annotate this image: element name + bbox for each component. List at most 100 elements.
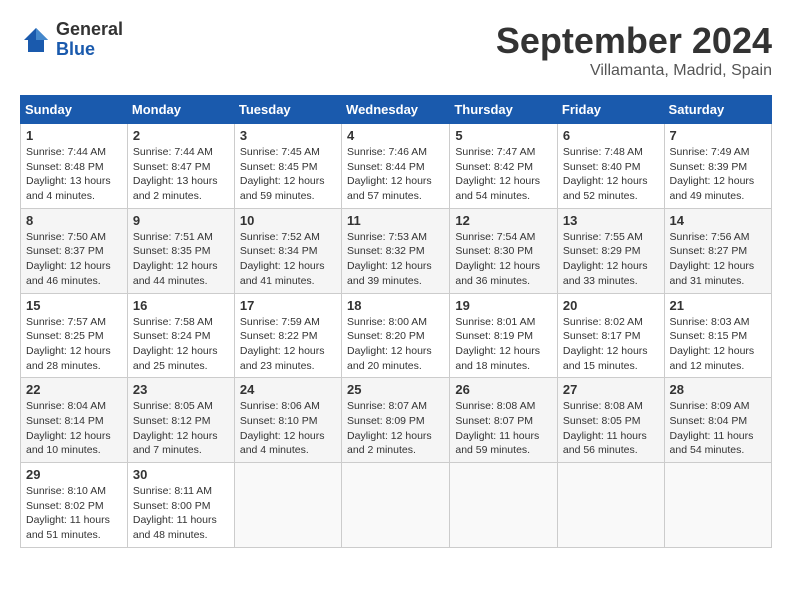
day-number: 6 [563, 128, 659, 143]
day-number: 26 [455, 382, 552, 397]
sunset-time: 8:32 PM [386, 245, 425, 257]
daylight-label: Daylight: 12 hours and 12 minutes. [670, 345, 755, 372]
sunrise-time: 8:11 AM [174, 485, 212, 497]
logo-text: General Blue [56, 20, 123, 60]
sunset-time: 8:09 PM [386, 415, 425, 427]
table-row: 25 Sunrise: 8:07 AM Sunset: 8:09 PM Dayl… [342, 378, 450, 463]
sunset-label: Sunset: [240, 161, 279, 173]
sunset-time: 8:25 PM [65, 330, 104, 342]
day-number: 7 [670, 128, 766, 143]
sunrise-time: 7:55 AM [604, 231, 643, 243]
sunrise-time: 7:53 AM [388, 231, 427, 243]
table-row: 4 Sunrise: 7:46 AM Sunset: 8:44 PM Dayli… [342, 124, 450, 209]
day-number: 9 [133, 213, 229, 228]
day-number: 2 [133, 128, 229, 143]
day-info: Sunrise: 7:50 AM Sunset: 8:37 PM Dayligh… [26, 230, 122, 289]
sunrise-label: Sunrise: [455, 400, 496, 412]
day-number: 8 [26, 213, 122, 228]
calendar-row: 22 Sunrise: 8:04 AM Sunset: 8:14 PM Dayl… [21, 378, 772, 463]
sunrise-label: Sunrise: [563, 146, 604, 158]
sunrise-time: 8:06 AM [281, 400, 320, 412]
sunset-label: Sunset: [347, 330, 386, 342]
sunset-time: 8:45 PM [278, 161, 317, 173]
sunrise-time: 7:52 AM [281, 231, 320, 243]
sunrise-time: 7:48 AM [604, 146, 643, 158]
sunset-label: Sunset: [563, 161, 602, 173]
sunrise-label: Sunrise: [455, 231, 496, 243]
sunrise-time: 7:46 AM [388, 146, 427, 158]
day-info: Sunrise: 8:05 AM Sunset: 8:12 PM Dayligh… [133, 399, 229, 458]
sunset-label: Sunset: [26, 330, 65, 342]
daylight-label: Daylight: 12 hours and 10 minutes. [26, 430, 111, 457]
logo-general-text: General [56, 20, 123, 40]
sunset-time: 8:44 PM [386, 161, 425, 173]
sunrise-label: Sunrise: [563, 231, 604, 243]
sunset-time: 8:22 PM [278, 330, 317, 342]
sunset-label: Sunset: [455, 330, 494, 342]
day-number: 22 [26, 382, 122, 397]
day-number: 12 [455, 213, 552, 228]
day-number: 4 [347, 128, 444, 143]
day-info: Sunrise: 7:44 AM Sunset: 8:48 PM Dayligh… [26, 145, 122, 204]
sunset-label: Sunset: [455, 245, 494, 257]
sunrise-time: 8:02 AM [604, 316, 643, 328]
day-number: 3 [240, 128, 336, 143]
table-row [450, 463, 558, 548]
day-info: Sunrise: 7:54 AM Sunset: 8:30 PM Dayligh… [455, 230, 552, 289]
day-number: 24 [240, 382, 336, 397]
day-info: Sunrise: 8:07 AM Sunset: 8:09 PM Dayligh… [347, 399, 444, 458]
logo-blue-text: Blue [56, 40, 123, 60]
daylight-label: Daylight: 11 hours and 51 minutes. [26, 514, 110, 541]
sunset-time: 8:05 PM [601, 415, 640, 427]
daylight-label: Daylight: 12 hours and 20 minutes. [347, 345, 432, 372]
table-row: 1 Sunrise: 7:44 AM Sunset: 8:48 PM Dayli… [21, 124, 128, 209]
sunset-label: Sunset: [670, 245, 709, 257]
sunset-time: 8:48 PM [65, 161, 104, 173]
daylight-label: Daylight: 11 hours and 59 minutes. [455, 430, 539, 457]
day-info: Sunrise: 7:52 AM Sunset: 8:34 PM Dayligh… [240, 230, 336, 289]
day-number: 29 [26, 467, 122, 482]
daylight-label: Daylight: 12 hours and 15 minutes. [563, 345, 648, 372]
sunset-label: Sunset: [26, 415, 65, 427]
sunset-label: Sunset: [563, 330, 602, 342]
day-info: Sunrise: 7:55 AM Sunset: 8:29 PM Dayligh… [563, 230, 659, 289]
calendar-row: 15 Sunrise: 7:57 AM Sunset: 8:25 PM Dayl… [21, 293, 772, 378]
day-info: Sunrise: 8:03 AM Sunset: 8:15 PM Dayligh… [670, 315, 766, 374]
sunrise-time: 7:49 AM [711, 146, 750, 158]
day-number: 18 [347, 298, 444, 313]
daylight-label: Daylight: 12 hours and 25 minutes. [133, 345, 218, 372]
sunset-label: Sunset: [563, 415, 602, 427]
table-row: 2 Sunrise: 7:44 AM Sunset: 8:47 PM Dayli… [127, 124, 234, 209]
sunset-time: 8:42 PM [494, 161, 533, 173]
daylight-label: Daylight: 11 hours and 48 minutes. [133, 514, 217, 541]
sunset-label: Sunset: [26, 245, 65, 257]
table-row: 9 Sunrise: 7:51 AM Sunset: 8:35 PM Dayli… [127, 208, 234, 293]
sunset-label: Sunset: [347, 245, 386, 257]
table-row: 6 Sunrise: 7:48 AM Sunset: 8:40 PM Dayli… [557, 124, 664, 209]
day-number: 13 [563, 213, 659, 228]
sunrise-label: Sunrise: [133, 231, 174, 243]
table-row: 3 Sunrise: 7:45 AM Sunset: 8:45 PM Dayli… [234, 124, 341, 209]
daylight-label: Daylight: 11 hours and 54 minutes. [670, 430, 754, 457]
logo-icon [20, 24, 52, 56]
sunrise-label: Sunrise: [240, 316, 281, 328]
sunset-time: 8:35 PM [171, 245, 210, 257]
table-row [664, 463, 771, 548]
col-sunday: Sunday [21, 96, 128, 124]
sunrise-label: Sunrise: [670, 146, 711, 158]
sunset-time: 8:47 PM [171, 161, 210, 173]
sunrise-time: 7:44 AM [174, 146, 213, 158]
day-info: Sunrise: 8:08 AM Sunset: 8:05 PM Dayligh… [563, 399, 659, 458]
daylight-label: Daylight: 12 hours and 49 minutes. [670, 175, 755, 202]
sunrise-label: Sunrise: [240, 231, 281, 243]
sunset-time: 8:29 PM [601, 245, 640, 257]
daylight-label: Daylight: 12 hours and 39 minutes. [347, 260, 432, 287]
sunrise-label: Sunrise: [670, 231, 711, 243]
col-tuesday: Tuesday [234, 96, 341, 124]
sunset-time: 8:02 PM [65, 500, 104, 512]
sunset-label: Sunset: [670, 330, 709, 342]
sunset-time: 8:30 PM [494, 245, 533, 257]
daylight-label: Daylight: 12 hours and 28 minutes. [26, 345, 111, 372]
table-row: 12 Sunrise: 7:54 AM Sunset: 8:30 PM Dayl… [450, 208, 558, 293]
day-number: 11 [347, 213, 444, 228]
